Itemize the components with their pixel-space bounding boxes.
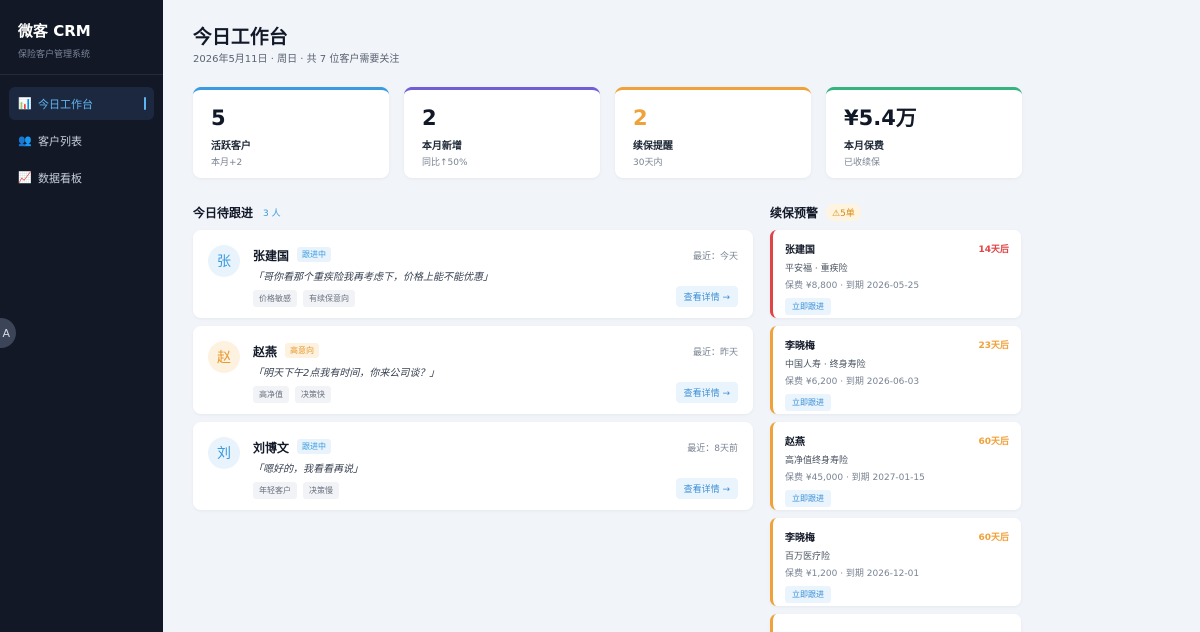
warning-badge: ⚠5单 (826, 204, 861, 221)
policy-product: 高净值终身寿险 (785, 456, 849, 466)
section-title: 续保预警 (770, 206, 819, 220)
tag: 决策慢 (303, 482, 339, 499)
follow-up-button[interactable]: 立即跟进 (785, 394, 831, 411)
stat-card-monthly-premium: ¥5.4万 本月保费 已收续保 (826, 87, 1022, 178)
tag: 年轻客户 (253, 482, 297, 499)
tag-list: 价格敏感 有续保意向 (253, 290, 361, 307)
followup-card[interactable]: 刘 刘博文 跟进中 最近：8天前 「嗯好的，我看看再说」 年轻客户 决策慢 查看… (193, 422, 753, 510)
sidebar-item-label: 数据看板 (38, 171, 82, 185)
brand-title: 微客 CRM (18, 22, 91, 40)
customer-name: 张建国 (785, 245, 815, 256)
customer-name: 刘博文 (253, 441, 290, 455)
stat-value: 2 (422, 106, 437, 130)
policy-meta: 保费 ¥45,000 · 到期 2027-01-15 (785, 473, 925, 483)
last-contact: 最近：今天 (692, 252, 738, 262)
brand-subtitle: 保险客户管理系统 (18, 50, 91, 60)
tag-list: 高净值 决策快 (253, 386, 337, 403)
sidebar-nav: 📊 今日工作台 👥 客户列表 📈 数据看板 (0, 75, 163, 210)
tag: 有续保意向 (303, 290, 355, 307)
avatar: 张 (208, 245, 240, 277)
bar-chart-icon: 📊 (18, 97, 32, 110)
stat-label: 续保提醒 (633, 141, 673, 152)
customer-name: 张建国 (253, 249, 290, 263)
sidebar-item-customers[interactable]: 👥 客户列表 (9, 124, 154, 157)
sidebar-item-workbench[interactable]: 📊 今日工作台 (9, 87, 154, 120)
stat-value: 5 (211, 106, 226, 130)
followup-card[interactable]: 张 张建国 跟进中 最近：今天 「哥你看那个重疾险我再考虑下，价格上能不能优惠」… (193, 230, 753, 318)
tag: 决策快 (295, 386, 331, 403)
sidebar: 微客 CRM 保险客户管理系统 📊 今日工作台 👥 客户列表 📈 数据看板 (0, 0, 163, 632)
customer-name: 赵燕 (253, 345, 278, 359)
customer-name: 李晓梅 (785, 533, 815, 544)
stat-label: 活跃客户 (211, 141, 251, 152)
view-details-button[interactable]: 查看详情 → (675, 286, 738, 307)
page-title: 今日工作台 (193, 26, 289, 48)
customer-name: 赵燕 (785, 437, 805, 448)
days-remaining: 14天后 (978, 245, 1009, 255)
tag-list: 年轻客户 决策慢 (253, 482, 345, 499)
follow-up-button[interactable]: 立即跟进 (785, 586, 831, 603)
stat-label: 本月新增 (422, 141, 462, 152)
renewal-card[interactable]: 李晓梅 60天后 百万医疗险 保费 ¥1,200 · 到期 2026-12-01… (770, 518, 1021, 606)
stat-value: 2 (633, 106, 648, 130)
page-subtitle: 2026年5月11日 · 周日 · 共 7 位客户需要关注 (193, 54, 400, 65)
policy-meta: 保费 ¥6,200 · 到期 2026-06-03 (785, 377, 920, 387)
status-badge: 跟进中 (297, 439, 331, 454)
followup-section-header: 今日待跟进 3 人 (193, 204, 281, 221)
follow-up-button[interactable]: 立即跟进 (785, 490, 831, 507)
policy-product: 中国人寿 · 终身寿险 (785, 360, 866, 370)
renewal-card[interactable]: 李晓梅 23天后 中国人寿 · 终身寿险 保费 ¥6,200 · 到期 2026… (770, 326, 1021, 414)
status-badge: 跟进中 (297, 247, 331, 262)
renewal-card[interactable]: 张建国 14天后 平安福 · 重疾险 保费 ¥8,800 · 到期 2026-0… (770, 230, 1021, 318)
tag: 高净值 (253, 386, 289, 403)
tag: 价格敏感 (253, 290, 297, 307)
renewal-card-partial[interactable] (770, 614, 1021, 632)
policy-product: 百万医疗险 (785, 552, 831, 562)
count-badge: 3 人 (263, 209, 281, 219)
renewal-section-header: 续保预警 ⚠5单 (770, 204, 861, 221)
last-contact: 最近：8天前 (687, 444, 738, 454)
stat-label: 本月保费 (844, 141, 884, 152)
renewal-card[interactable]: 赵燕 60天后 高净值终身寿险 保费 ¥45,000 · 到期 2027-01-… (770, 422, 1021, 510)
quote-text: 「哥你看那个重疾险我再考虑下，价格上能不能优惠」 (253, 272, 493, 283)
users-icon: 👥 (18, 134, 32, 147)
avatar: 赵 (208, 341, 240, 373)
days-remaining: 60天后 (978, 533, 1009, 543)
stat-sub: 已收续保 (844, 158, 881, 168)
stat-sub: 同比↑50% (422, 158, 468, 168)
last-contact: 最近：昨天 (692, 348, 738, 358)
sidebar-item-label: 客户列表 (38, 134, 82, 148)
status-badge: 高意向 (285, 343, 319, 358)
avatar: 刘 (208, 437, 240, 469)
policy-product: 平安福 · 重疾险 (785, 264, 848, 274)
days-remaining: 60天后 (978, 437, 1009, 447)
stat-value: ¥5.4万 (844, 106, 917, 130)
sidebar-item-dashboard[interactable]: 📈 数据看板 (9, 161, 154, 194)
active-indicator (144, 97, 146, 110)
brand: 微客 CRM 保险客户管理系统 (0, 0, 163, 75)
stat-card-new-this-month: 2 本月新增 同比↑50% (404, 87, 600, 178)
customer-name: 李晓梅 (785, 341, 815, 352)
stat-sub: 本月+2 (211, 158, 243, 168)
quote-text: 「嗯好的，我看看再说」 (253, 464, 363, 475)
quote-text: 「明天下午2点我有时间，你来公司谈？」 (253, 368, 440, 379)
stat-card-renewal-reminders: 2 续保提醒 30天内 (615, 87, 811, 178)
stat-sub: 30天内 (633, 158, 663, 168)
view-details-button[interactable]: 查看详情 → (675, 478, 738, 499)
policy-meta: 保费 ¥1,200 · 到期 2026-12-01 (785, 569, 920, 579)
policy-meta: 保费 ¥8,800 · 到期 2026-05-25 (785, 281, 920, 291)
days-remaining: 23天后 (978, 341, 1009, 351)
main-content: 今日工作台 2026年5月11日 · 周日 · 共 7 位客户需要关注 5 活跃… (163, 0, 1200, 632)
trend-chart-icon: 📈 (18, 171, 32, 184)
section-title: 今日待跟进 (193, 206, 254, 220)
stat-card-active-customers: 5 活跃客户 本月+2 (193, 87, 389, 178)
sidebar-item-label: 今日工作台 (38, 97, 93, 111)
view-details-button[interactable]: 查看详情 → (675, 382, 738, 403)
followup-card[interactable]: 赵 赵燕 高意向 最近：昨天 「明天下午2点我有时间，你来公司谈？」 高净值 决… (193, 326, 753, 414)
follow-up-button[interactable]: 立即跟进 (785, 298, 831, 315)
